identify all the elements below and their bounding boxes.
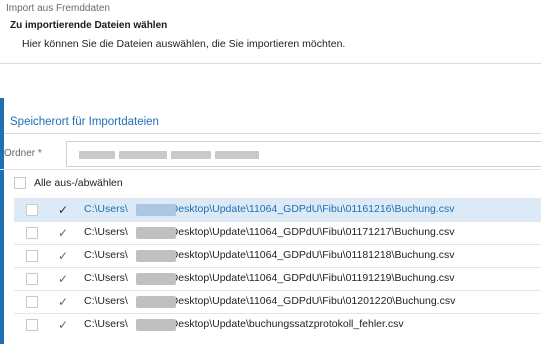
redacted-username-mask [136, 319, 176, 331]
file-checkbox[interactable] [26, 273, 38, 285]
checkmark-icon: ✓ [58, 318, 69, 332]
select-all-toggle[interactable]: Alle aus-/abwählen [14, 174, 123, 192]
select-all-checkbox[interactable] [14, 177, 26, 189]
redacted-username-mask [136, 204, 176, 216]
checkmark-icon: ✓ [58, 226, 69, 240]
field-divider [0, 169, 541, 170]
file-checkbox[interactable] [26, 296, 38, 308]
redacted-username-mask [136, 273, 176, 285]
path-prefix: C:\Users\ [84, 226, 128, 238]
import-dialog: Import aus Fremddaten Zu importierende D… [0, 0, 541, 344]
path-prefix: C:\Users\ [84, 318, 128, 330]
file-checkbox[interactable] [26, 319, 38, 331]
folder-field[interactable] [66, 141, 541, 167]
file-row[interactable]: ✓ C:\Users\ \Desktop\Update\11064_GDPdU\F… [14, 244, 541, 267]
redacted-folder-path [215, 151, 259, 159]
path-suffix: \Desktop\Update\11064_GDPdU\Fibu\0118121… [167, 249, 455, 261]
select-all-label: Alle aus-/abwählen [34, 177, 123, 189]
checkmark-icon: ✓ [58, 249, 69, 263]
path-suffix: \Desktop\Update\buchungssatzprotokoll_fe… [167, 318, 404, 330]
path-prefix: C:\Users\ [84, 249, 128, 261]
redacted-username-mask [136, 296, 176, 308]
file-checkbox[interactable] [26, 204, 38, 216]
checkmark-icon: ✓ [58, 203, 69, 217]
redacted-folder-path [79, 151, 115, 159]
file-list: ✓ C:\Users\ \Desktop\Update\11064_GDPdU\F… [14, 198, 541, 336]
path-suffix: \Desktop\Update\11064_GDPdU\Fibu\0117121… [167, 226, 455, 238]
file-row[interactable]: ✓ C:\Users\ \Desktop\Update\11064_GDPdU\F… [14, 198, 541, 221]
file-row[interactable]: ✓ C:\Users\ \Desktop\Update\11064_GDPdU\F… [14, 290, 541, 313]
header-divider [0, 63, 541, 64]
window-title: Import aus Fremddaten [6, 3, 110, 14]
path-prefix: C:\Users\ [84, 272, 128, 284]
section-divider [4, 133, 541, 134]
redacted-username-mask [136, 227, 176, 239]
checkmark-icon: ✓ [58, 295, 69, 309]
folder-label: Ordner * [4, 148, 42, 159]
redacted-folder-path [119, 151, 167, 159]
file-checkbox[interactable] [26, 250, 38, 262]
checkmark-icon: ✓ [58, 272, 69, 286]
file-path: C:\Users\ \Desktop\Update\buchungssatzpro… [84, 318, 404, 330]
file-checkbox[interactable] [26, 227, 38, 239]
path-prefix: C:\Users\ [84, 295, 128, 307]
file-row[interactable]: ✓ C:\Users\ \Desktop\Update\11064_GDPdU\F… [14, 221, 541, 244]
page-title: Zu importierende Dateien wählen [10, 20, 168, 31]
file-row[interactable]: ✓ C:\Users\ \Desktop\Update\buchungssatzp… [14, 313, 541, 336]
path-prefix: C:\Users\ [84, 203, 128, 215]
redacted-folder-path [171, 151, 211, 159]
dialog-accent-border [0, 98, 4, 344]
path-suffix: \Desktop\Update\11064_GDPdU\Fibu\0116121… [167, 203, 455, 215]
section-title: Speicherort für Importdateien [10, 116, 159, 128]
path-suffix: \Desktop\Update\11064_GDPdU\Fibu\0120122… [167, 295, 456, 307]
page-subtitle: Hier können Sie die Dateien auswählen, d… [22, 38, 346, 50]
redacted-username-mask [136, 250, 176, 262]
file-row[interactable]: ✓ C:\Users\ \Desktop\Update\11064_GDPdU\F… [14, 267, 541, 290]
path-suffix: \Desktop\Update\11064_GDPdU\Fibu\0119121… [167, 272, 455, 284]
